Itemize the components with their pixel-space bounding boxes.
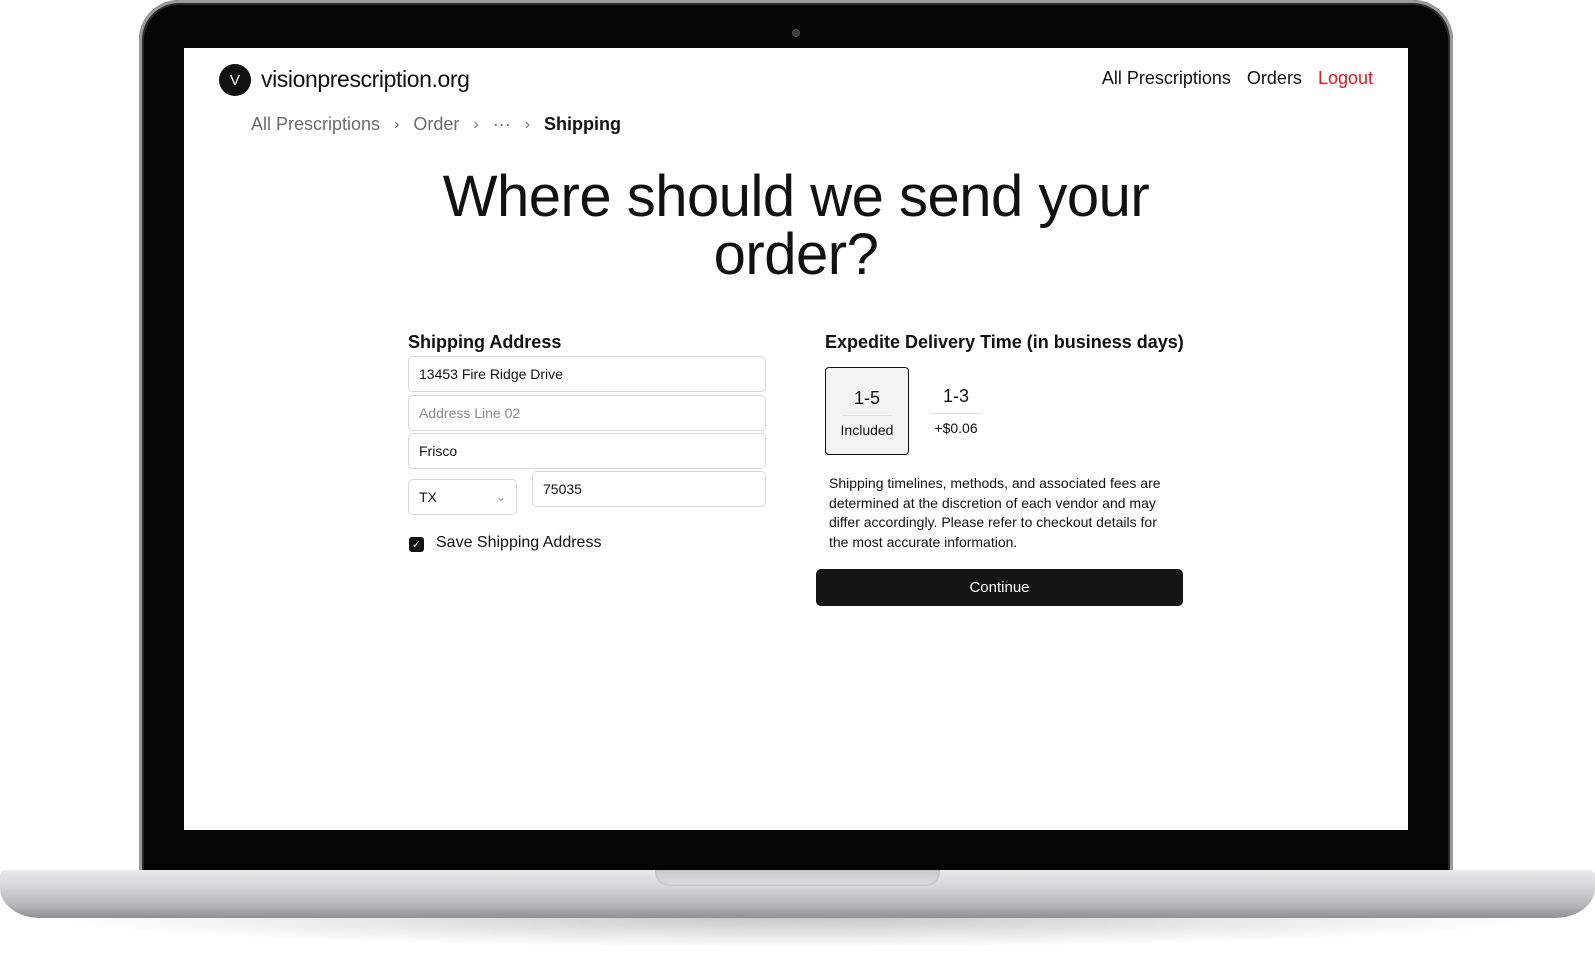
logo-icon[interactable]: V: [219, 64, 251, 96]
page-title: Where should we send your order?: [442, 164, 1150, 287]
save-address-label[interactable]: Save Shipping Address: [436, 534, 601, 552]
nav-logout[interactable]: Logout: [1318, 68, 1373, 89]
state-select[interactable]: TX ⌄: [408, 479, 517, 515]
site-name[interactable]: visionprescription.org: [261, 66, 470, 93]
nav-all-prescriptions[interactable]: All Prescriptions: [1102, 68, 1231, 89]
city-input[interactable]: [408, 433, 766, 469]
state-value: TX: [419, 489, 437, 505]
top-nav: All Prescriptions Orders Logout: [1102, 68, 1373, 89]
zip-input[interactable]: [532, 471, 766, 507]
laptop-notch: [655, 870, 940, 886]
delivery-option-days: 1-5: [853, 388, 880, 408]
breadcrumb: All Prescriptions › Order › ··· › Shippi…: [251, 114, 621, 135]
breadcrumb-order[interactable]: Order: [413, 114, 459, 135]
check-icon: ✓: [411, 539, 422, 551]
delivery-option-1-3[interactable]: 1-3 +$0.06: [914, 366, 998, 454]
shipping-address-label: Shipping Address: [408, 332, 562, 352]
chevron-down-icon: ⌄: [495, 490, 506, 504]
address-line-2-input[interactable]: [408, 395, 766, 431]
option-divider: [931, 413, 981, 414]
address-line-1-input[interactable]: [408, 356, 766, 392]
shipping-note: Shipping timelines, methods, and associa…: [829, 475, 1161, 550]
continue-button[interactable]: Continue: [816, 569, 1183, 606]
delivery-option-price: +$0.06: [934, 420, 978, 436]
delivery-option-days: 1-3: [942, 386, 969, 406]
chevron-right-icon: ›: [524, 115, 531, 133]
chevron-right-icon: ›: [473, 115, 479, 133]
breadcrumb-all-prescriptions[interactable]: All Prescriptions: [251, 114, 380, 135]
nav-orders[interactable]: Orders: [1247, 68, 1302, 89]
save-address-checkbox[interactable]: ✓: [409, 537, 424, 552]
logo-letter: V: [229, 71, 240, 89]
option-divider: [842, 415, 892, 416]
camera-icon: [792, 29, 800, 37]
breadcrumb-current: Shipping: [544, 114, 622, 134]
chevron-right-icon: ›: [394, 115, 400, 133]
delivery-option-1-5[interactable]: 1-5 Included: [825, 367, 909, 455]
laptop-shadow: [40, 918, 1555, 948]
delivery-option-price: Included: [840, 422, 894, 438]
breadcrumb-ellipsis[interactable]: ···: [493, 114, 511, 135]
delivery-label: Expedite Delivery Time (in business days…: [825, 332, 1184, 352]
screen: V visionprescription.org All Prescriptio…: [184, 48, 1408, 830]
